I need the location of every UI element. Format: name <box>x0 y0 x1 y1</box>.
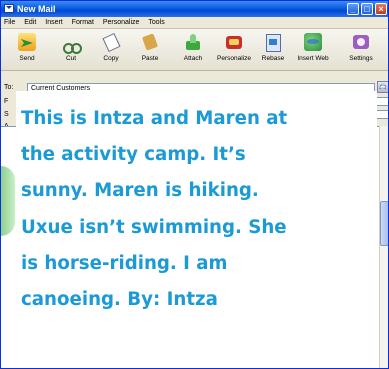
menu-personalize[interactable]: Personalize <box>103 17 140 29</box>
send-button[interactable]: Send <box>7 31 47 69</box>
caption-line: This is Intza and Maren at <box>21 108 288 129</box>
insert-web-button[interactable]: Insert Web <box>293 31 333 69</box>
rebase-button[interactable]: Rebase <box>253 31 293 69</box>
minimize-button[interactable]: _ <box>347 3 359 15</box>
mail-window: New Mail _ □ × File Edit Insert Format P… <box>0 0 389 369</box>
menu-tools[interactable]: Tools <box>148 17 164 29</box>
paste-icon <box>141 33 159 51</box>
menu-edit[interactable]: Edit <box>24 17 36 29</box>
personalize-button[interactable]: Personalize <box>214 31 254 69</box>
rebase-label: Rebase <box>261 55 285 62</box>
send-label: Send <box>19 55 35 62</box>
menu-insert[interactable]: Insert <box>45 17 63 29</box>
attach-button[interactable]: Attach <box>173 31 213 69</box>
menu-bar: File Edit Insert Format Personalize Tool… <box>1 17 388 29</box>
to-label: To: <box>4 84 14 91</box>
toolbar: Send Cut Copy Paste Attach Personalize R… <box>1 29 388 71</box>
globe-icon <box>304 33 322 51</box>
window-title: New Mail <box>17 4 56 14</box>
maximize-button[interactable]: □ <box>361 3 373 15</box>
settings-icon <box>352 33 370 51</box>
vertical-scrollbar[interactable] <box>379 126 388 368</box>
rebase-icon <box>264 33 282 52</box>
settings-button[interactable]: Settings <box>341 31 381 69</box>
decoration-blob <box>1 166 15 236</box>
insert-web-label: Insert Web <box>297 55 329 62</box>
caption-line: sunny. Maren is hiking. <box>21 180 259 202</box>
personalize-label: Personalize <box>217 55 251 62</box>
mail-icon <box>4 4 14 13</box>
caption-line: Uxue isn’t swimming. She <box>21 216 287 238</box>
attach-icon <box>184 33 202 51</box>
from-label: F <box>4 98 9 105</box>
scrollbar-thumb[interactable] <box>380 201 388 246</box>
copy-icon <box>102 33 120 51</box>
personalize-icon <box>225 33 243 51</box>
copy-label: Copy <box>103 55 119 62</box>
cut-label: Cut <box>65 55 77 62</box>
settings-label: Settings <box>349 55 373 62</box>
cut-button[interactable]: Cut <box>51 31 91 69</box>
attach-label: Attach <box>183 55 203 62</box>
scissors-icon <box>62 33 82 54</box>
subject-label: S <box>4 111 9 118</box>
menu-format[interactable]: Format <box>72 17 94 29</box>
caption-line: canoeing. By: Intza <box>21 289 218 311</box>
menu-file[interactable]: File <box>4 17 15 29</box>
send-icon <box>18 33 36 51</box>
title-bar[interactable]: New Mail _ □ × <box>1 1 388 17</box>
caption-line: the activity camp. It’s <box>21 144 246 166</box>
address-book-button[interactable]: 📇 <box>377 81 388 93</box>
copy-button[interactable]: Copy <box>91 31 131 69</box>
close-button[interactable]: × <box>375 3 387 15</box>
paste-label: Paste <box>141 55 159 62</box>
caption-text: This is Intza and Maren at the activity … <box>21 101 371 318</box>
paste-button[interactable]: Paste <box>130 31 170 69</box>
caption-line: is horse-riding. I am <box>21 252 228 274</box>
